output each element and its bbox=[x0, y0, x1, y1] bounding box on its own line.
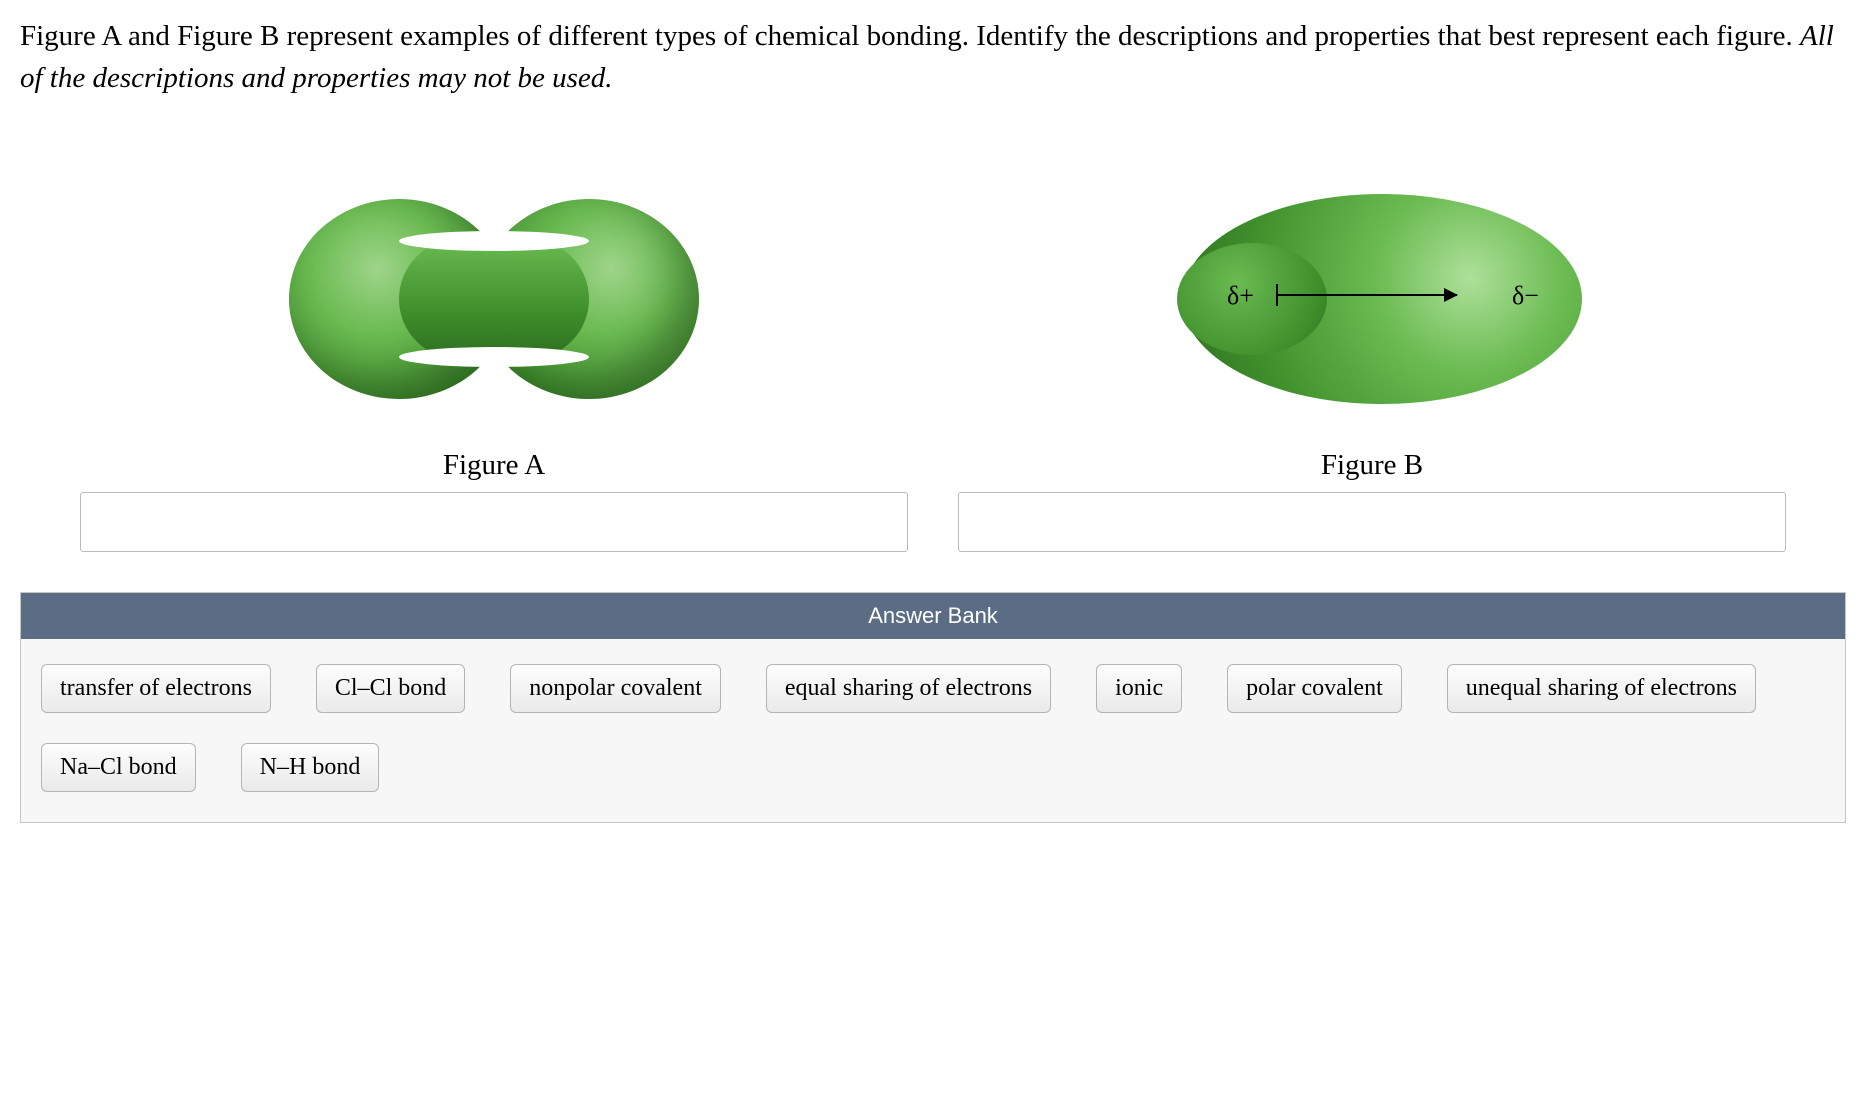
answer-chip[interactable]: equal sharing of electrons bbox=[766, 664, 1051, 713]
delta-plus-label: δ+ bbox=[1227, 281, 1254, 311]
answer-chip[interactable]: transfer of electrons bbox=[41, 664, 271, 713]
answer-chip[interactable]: unequal sharing of electrons bbox=[1447, 664, 1756, 713]
figure-a-column: Figure A bbox=[80, 169, 908, 552]
figure-a-image bbox=[80, 169, 908, 429]
answer-chip[interactable]: polar covalent bbox=[1227, 664, 1402, 713]
answer-chip[interactable]: Cl–Cl bond bbox=[316, 664, 465, 713]
figure-b-dropzone[interactable] bbox=[958, 492, 1786, 552]
answer-bank-title: Answer Bank bbox=[21, 593, 1845, 639]
answer-chip[interactable]: Na–Cl bond bbox=[41, 743, 196, 792]
answer-chip[interactable]: N–H bond bbox=[241, 743, 380, 792]
answer-chip[interactable]: nonpolar covalent bbox=[510, 664, 721, 713]
answer-bank: Answer Bank transfer of electrons Cl–Cl … bbox=[20, 592, 1846, 823]
figure-a-label: Figure A bbox=[443, 449, 545, 482]
delta-minus-label: δ− bbox=[1512, 281, 1539, 311]
figures-row: Figure A δ+ δ− Figure B bbox=[20, 169, 1846, 552]
figure-b-column: δ+ δ− Figure B bbox=[958, 169, 1786, 552]
molecule-b-icon: δ+ δ− bbox=[1142, 194, 1602, 404]
figure-b-label: Figure B bbox=[1321, 449, 1423, 482]
figure-b-image: δ+ δ− bbox=[958, 169, 1786, 429]
question-container: Figure A and Figure B represent examples… bbox=[0, 0, 1866, 838]
dipole-arrow-icon bbox=[1277, 294, 1457, 296]
question-part1: Figure A and Figure B represent examples… bbox=[20, 20, 1800, 52]
molecule-a-icon bbox=[289, 199, 699, 399]
answer-bank-body: transfer of electrons Cl–Cl bond nonpola… bbox=[21, 639, 1845, 822]
question-text: Figure A and Figure B represent examples… bbox=[20, 15, 1846, 99]
figure-a-dropzone[interactable] bbox=[80, 492, 908, 552]
answer-chip[interactable]: ionic bbox=[1096, 664, 1182, 713]
